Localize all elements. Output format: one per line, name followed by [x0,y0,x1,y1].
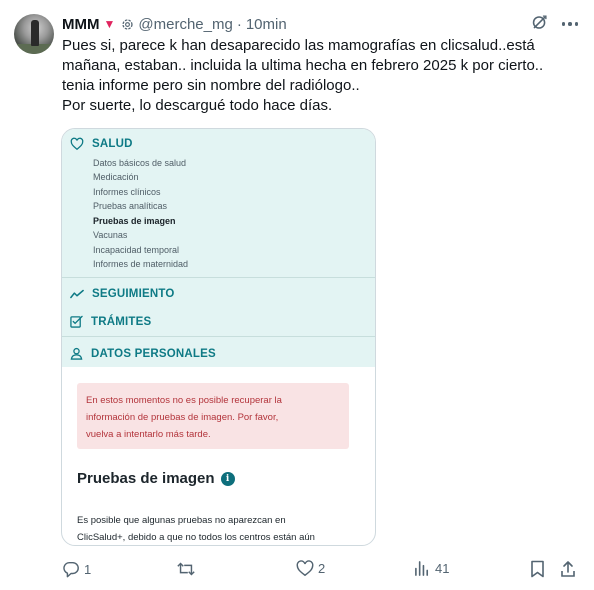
salud-item-maternidad: Informes de maternidad [93,259,189,269]
display-name[interactable]: MMM [62,16,100,33]
heading-text: Pruebas de imagen [77,470,215,487]
like-count: 2 [318,561,326,576]
person-icon [70,347,83,360]
error-line: En estos momentos no es posible recupera… [86,395,282,406]
bookmark-icon [531,560,544,578]
tweet-line: mañana, estaban.. incluida la ultima hec… [62,57,544,74]
paragraph-line: ClicSalud+, debido a que no todos los ce… [77,532,315,543]
info-icon: i [220,471,235,486]
more-icon[interactable] [561,22,578,26]
retweet-button[interactable] [176,560,200,578]
grok-icon[interactable] [531,14,548,35]
reply-count: 1 [84,561,92,577]
salud-item-informes-clinicos: Informes clínicos [93,187,161,197]
error-line: información de pruebas de imagen. Por fa… [86,412,279,423]
datos-personales-section: DATOS PERSONALES [70,347,216,360]
error-line: vuelva a intentarlo más tarde. [86,429,211,440]
views-button[interactable]: 41 [414,560,449,577]
divider [62,277,375,278]
datos-personales-label: DATOS PERSONALES [91,347,216,360]
salud-item-datos-basicos: Datos básicos de salud [93,158,187,168]
timestamp[interactable]: 10min [246,16,287,33]
salud-item-medicacion: Medicación [93,172,139,182]
tweet-line: Pues si, parece k han desaparecido las m… [62,37,535,54]
tweet-line: tenia informe pero sin nombre del radiól… [62,77,360,94]
checklist-icon [70,315,83,328]
like-button[interactable]: 2 [296,560,325,577]
action-bar: 1 2 41 [62,560,582,580]
user-handle[interactable]: @merche_mg [138,16,232,33]
retweet-icon [177,562,195,576]
separator-dot: · [236,15,242,33]
salud-item-vacunas: Vacunas [93,230,128,240]
gear-badge-icon [121,18,134,31]
info-paragraph: Es posible que algunas pruebas no aparez… [77,512,315,545]
seguimiento-label: SEGUIMIENTO [92,288,175,300]
views-icon [415,561,429,576]
heart-icon: ▼ [103,17,116,31]
attached-image[interactable]: SALUD Datos básicos de salud Medicación … [61,128,376,546]
heart-outline-icon [70,137,84,151]
share-button[interactable] [560,560,576,578]
seguimiento-section: SEGUIMIENTO [70,288,175,300]
trend-line-icon [70,289,84,299]
tweet-text: Pues si, parece k han desaparecido las m… [62,36,582,116]
tweet-line: Por suerte, lo descargué todo hace días. [62,97,333,114]
salud-item-pruebas-analiticas: Pruebas analíticas [93,201,168,211]
paragraph-line: Es posible que algunas pruebas no aparez… [77,515,286,526]
like-icon [296,560,314,577]
avatar-figure [31,20,39,46]
salud-label: SALUD [92,138,133,150]
views-count: 41 [435,561,450,576]
bookmark-button[interactable] [530,560,545,578]
divider [62,336,375,337]
reply-icon [63,561,79,578]
tramites-section: TRÁMITES [70,315,151,328]
share-icon [561,561,575,577]
section-heading: Pruebas de imagen i [77,470,235,487]
avatar[interactable] [14,14,54,54]
tramites-label: TRÁMITES [91,315,152,328]
salud-item-incapacidad: Incapacidad temporal [93,245,180,255]
tweet-header: MMM ▼ @merche_mg · 10min [62,14,578,34]
reply-button[interactable]: 1 [62,560,91,578]
error-alert: En estos momentos no es posible recupera… [77,383,349,449]
salud-item-pruebas-imagen: Pruebas de imagen [93,216,176,226]
salud-section: SALUD [70,137,133,151]
